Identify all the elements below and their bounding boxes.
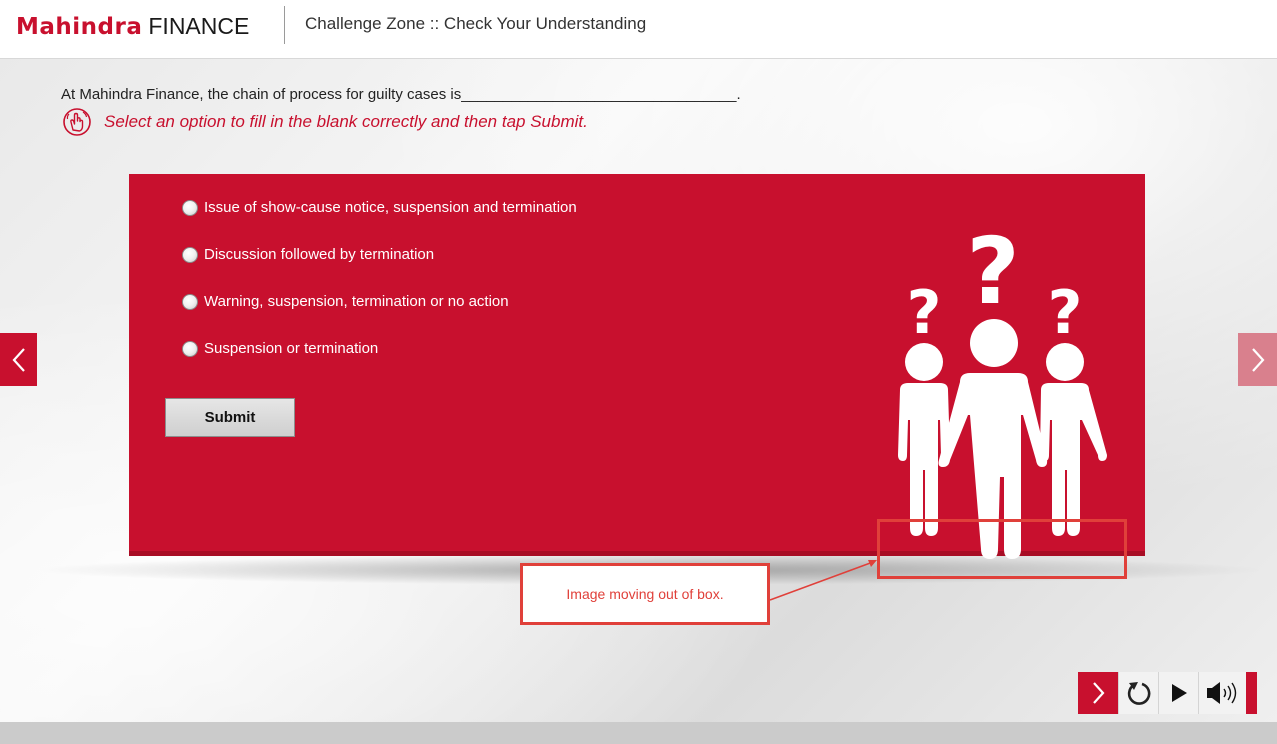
player-controls bbox=[1078, 672, 1257, 714]
replay-button[interactable] bbox=[1118, 672, 1158, 714]
option-label: Discussion followed by termination bbox=[204, 246, 435, 263]
play-icon bbox=[1171, 684, 1187, 702]
radio-button[interactable] bbox=[182, 340, 198, 357]
question-text: At Mahindra Finance, the chain of proces… bbox=[61, 86, 741, 103]
previous-slide-button[interactable] bbox=[0, 333, 37, 386]
chevron-right-icon bbox=[1093, 682, 1105, 704]
radio-button[interactable] bbox=[182, 293, 198, 310]
svg-text:?: ? bbox=[966, 218, 1019, 325]
volume-button[interactable] bbox=[1198, 672, 1246, 714]
instruction-text: Select an option to fill in the blank co… bbox=[104, 112, 588, 131]
logo-suffix: FINANCE bbox=[148, 13, 250, 39]
play-button[interactable] bbox=[1158, 672, 1198, 714]
mahindra-finance-logo: Mahindra FINANCE bbox=[16, 12, 249, 40]
next-slide-button[interactable] bbox=[1238, 333, 1277, 386]
next-button[interactable] bbox=[1078, 672, 1118, 714]
option-2[interactable]: Discussion followed by termination bbox=[182, 246, 434, 263]
bottom-strip bbox=[0, 722, 1277, 744]
page-title: Challenge Zone :: Check Your Understandi… bbox=[305, 14, 647, 33]
tap-hand-icon bbox=[63, 108, 91, 136]
submit-button[interactable]: Submit bbox=[165, 398, 295, 437]
option-3[interactable]: Warning, suspension, termination or no a… bbox=[182, 293, 509, 310]
option-label: Suspension or termination bbox=[204, 340, 379, 357]
volume-icon bbox=[1206, 682, 1236, 704]
header-bar: Mahindra FINANCE Challenge Zone :: Check… bbox=[0, 0, 1277, 59]
controls-accent-bar bbox=[1246, 672, 1257, 714]
option-label: Issue of show-cause notice, suspension a… bbox=[204, 199, 577, 216]
option-4[interactable]: Suspension or termination bbox=[182, 340, 378, 357]
chevron-left-icon bbox=[12, 347, 25, 372]
option-1[interactable]: Issue of show-cause notice, suspension a… bbox=[182, 199, 577, 216]
radio-button[interactable] bbox=[182, 199, 198, 216]
annotation-highlight-box bbox=[877, 519, 1127, 579]
radio-button[interactable] bbox=[182, 246, 198, 263]
annotation-callout: Image moving out of box. bbox=[520, 563, 770, 625]
option-label: Warning, suspension, termination or no a… bbox=[204, 293, 509, 310]
logo-brand: Mahindra bbox=[16, 14, 143, 40]
svg-text:?: ? bbox=[907, 278, 942, 348]
svg-text:?: ? bbox=[1048, 278, 1083, 348]
header-divider bbox=[284, 6, 285, 44]
confused-people-illustration: ? ? ? bbox=[898, 218, 1107, 559]
replay-icon bbox=[1127, 682, 1150, 705]
chevron-right-icon bbox=[1251, 347, 1264, 372]
